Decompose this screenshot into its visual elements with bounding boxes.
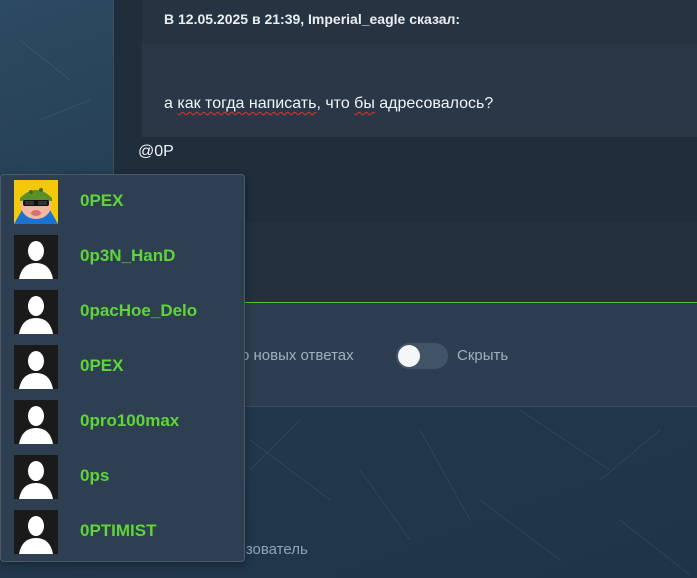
quote-text: а как тогда написать, что бы адресовалос… [164,95,493,113]
toggle-knob [398,345,420,367]
default-avatar-icon [14,290,58,334]
default-avatar-icon [14,400,58,444]
mention-item[interactable]: 0ps [1,450,244,505]
mention-autocomplete-list: 0PEX 0p3N_HanD 0pacHoe_Delo 0PEX 0pro100… [0,174,245,562]
user-label: ьзователь [238,541,308,558]
mention-item[interactable]: 0pacHoe_Delo [1,285,244,340]
quote-text-part: адресовалось? [374,95,494,112]
editor-mention-text[interactable]: @0P [138,143,174,161]
quote-text-part: , что [316,95,355,112]
hide-label: Скрыть [457,347,509,364]
quote-author-line: В 12.05.2025 в 21:39, Imperial_eagle ска… [164,11,461,27]
notify-toggle[interactable] [396,343,448,369]
mention-item[interactable]: 0PTIMIST [1,505,244,560]
default-avatar-icon [14,510,58,554]
mention-username: 0PEX [80,191,124,210]
spellcheck-error: бы [354,95,375,112]
quote-header: В 12.05.2025 в 21:39, Imperial_eagle ска… [142,0,697,44]
default-avatar-icon [14,235,58,279]
quote-block: В 12.05.2025 в 21:39, Imperial_eagle ска… [142,0,697,137]
mention-username: 0p3N_HanD [80,246,176,265]
mention-username: 0PTIMIST [80,521,157,540]
soldier-avatar-icon [14,180,58,224]
spellcheck-error: как тогда написать [177,95,317,112]
mention-username: 0ps [80,466,110,485]
mention-item[interactable]: 0pro100max [1,395,244,450]
mention-username: 0pro100max [80,411,180,430]
mention-username: 0pacHoe_Delo [80,301,198,320]
default-avatar-icon [14,345,58,389]
mention-username: 0PEX [80,356,124,375]
mention-item[interactable]: 0PEX [1,340,244,395]
notify-replies-label: ь о новых ответах [229,347,354,364]
default-avatar-icon [14,455,58,499]
mention-item[interactable]: 0p3N_HanD [1,230,244,285]
mention-item[interactable]: 0PEX [1,175,244,230]
quote-text-part: а [164,95,178,112]
